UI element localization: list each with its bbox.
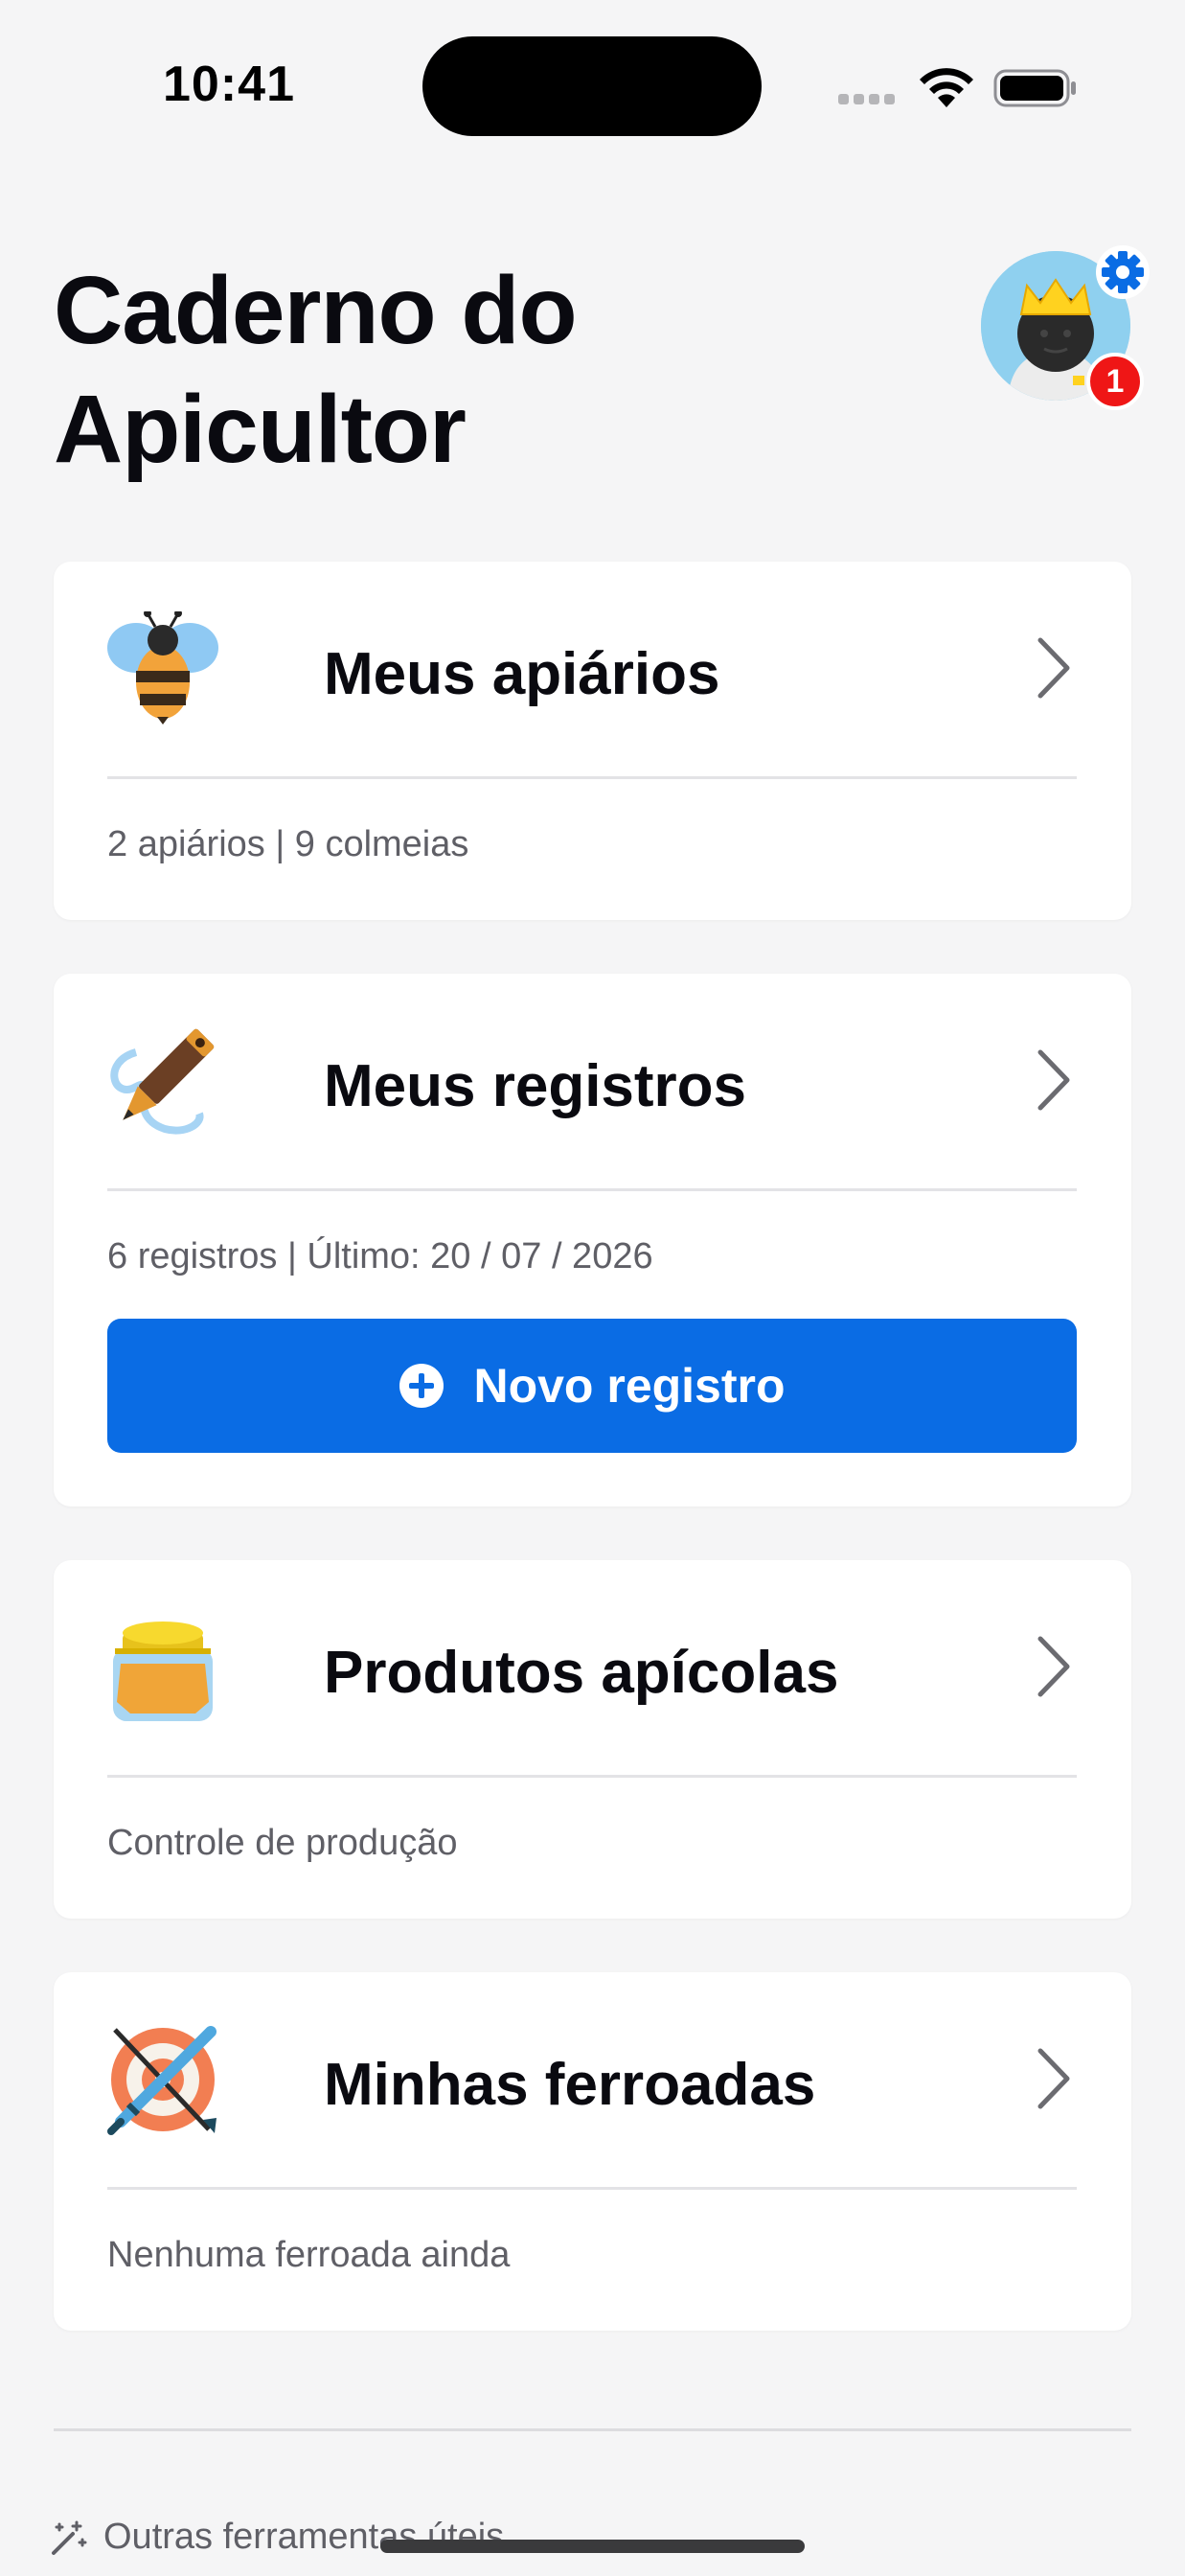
records-card-header: Meus registros (107, 1024, 1077, 1137)
records-card-subtitle: 6 registros | Último: 20 / 07 / 2026 (107, 1236, 653, 1276)
apiaries-card-subtitle: 2 apiários | 9 colmeias (107, 824, 469, 864)
chevron-right-icon (1037, 2048, 1070, 2109)
stings-card-title: Minhas ferroadas (324, 2052, 816, 2118)
magic-tools-icon (52, 2520, 87, 2555)
apiaries-card-title: Meus apiários (324, 641, 720, 707)
profile-avatar-button[interactable]: 1 (981, 245, 1150, 416)
products-card-header: Produtos apícolas (107, 1610, 1077, 1723)
status-bar: 10:41 (0, 0, 1185, 172)
stings-card[interactable]: Minhas ferroadas Nenhuma ferroada ainda (54, 1972, 1131, 2331)
status-time: 10:41 (163, 57, 295, 112)
gear-icon (1096, 245, 1150, 299)
products-card[interactable]: Produtos apícolas Controle de produção (54, 1560, 1131, 1919)
bee-icon (107, 611, 218, 724)
chevron-right-icon (1037, 1049, 1070, 1111)
chevron-right-icon (1037, 1636, 1070, 1697)
products-card-subtitle: Controle de produção (107, 1823, 458, 1863)
pencil-icon (110, 1028, 215, 1135)
stings-card-subtitle: Nenhuma ferroada ainda (107, 2235, 511, 2275)
apiaries-card[interactable]: Meus apiários 2 apiários | 9 colmeias (54, 562, 1131, 920)
cellular-signal-icon (838, 92, 900, 109)
stings-card-header: Minhas ferroadas (107, 2022, 1077, 2135)
products-card-title: Produtos apícolas (324, 1640, 839, 1706)
notification-badge: 1 (1086, 353, 1144, 410)
divider (107, 1775, 1077, 1778)
divider (107, 776, 1077, 779)
battery-icon (993, 69, 1076, 107)
footer-divider (54, 2428, 1131, 2431)
divider (107, 1188, 1077, 1191)
target-sting-icon (107, 2026, 216, 2135)
new-record-button-label: Novo registro (473, 1359, 786, 1413)
dynamic-island (422, 36, 762, 136)
wifi-icon (920, 68, 973, 107)
new-record-button[interactable]: Novo registro (107, 1319, 1077, 1453)
page-title-line-2: Apicultor (54, 376, 467, 483)
records-card-title: Meus registros (324, 1053, 747, 1119)
chevron-right-icon (1037, 637, 1070, 699)
plus-circle-icon (399, 1364, 444, 1408)
divider (107, 2187, 1077, 2190)
apiaries-card-header: Meus apiários (107, 611, 1077, 724)
records-card[interactable]: Meus registros 6 registros | Último: 20 … (54, 974, 1131, 1506)
status-icons (838, 65, 1078, 107)
page-title-line-1: Caderno do (54, 257, 578, 364)
page-title: Caderno do Apicultor (54, 251, 820, 489)
home-indicator[interactable] (380, 2540, 805, 2553)
honey-jar-icon (113, 1622, 213, 1721)
